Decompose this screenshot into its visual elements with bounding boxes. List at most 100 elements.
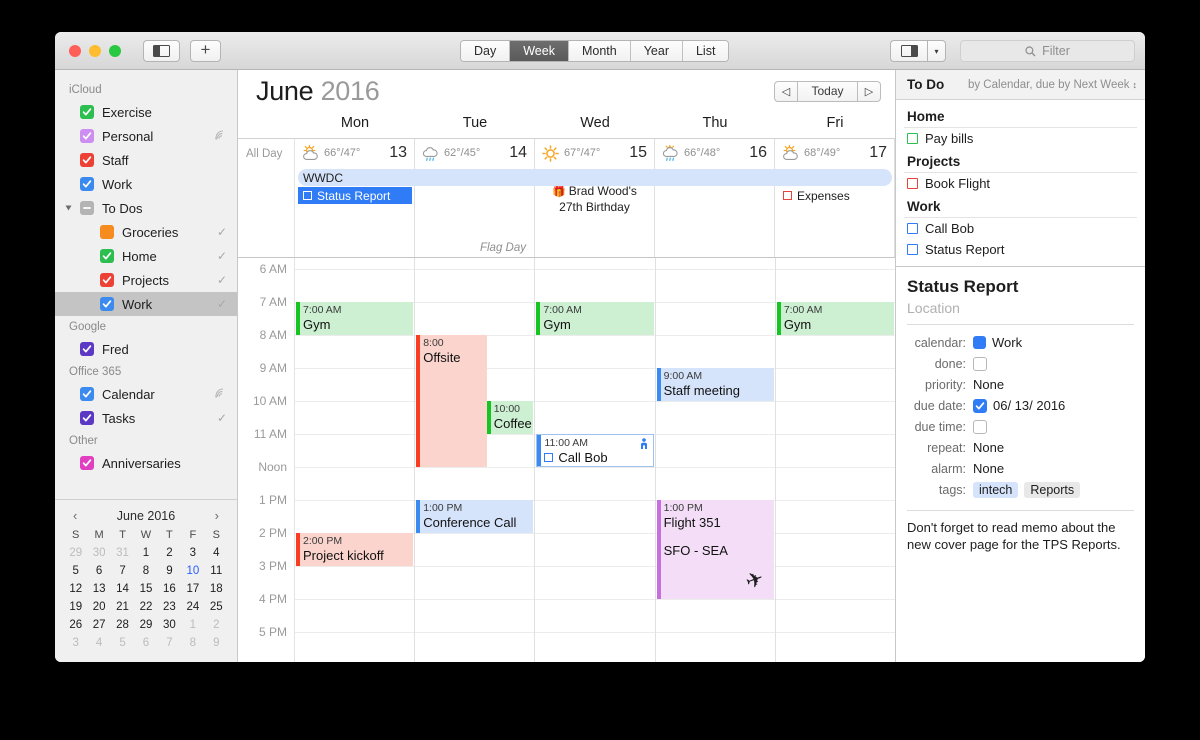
mini-cal-day[interactable]: 6 [134, 634, 157, 652]
all-day-event[interactable]: Status Report [298, 187, 412, 204]
inspector-options-button[interactable]: ▾ [927, 40, 946, 62]
mini-cal-day[interactable]: 18 [205, 580, 228, 598]
mini-cal-day[interactable]: 29 [134, 616, 157, 634]
mini-cal-day[interactable]: 15 [134, 580, 157, 598]
todo-item[interactable]: Status Report [896, 239, 1145, 260]
calendar-color-checkbox[interactable] [80, 129, 94, 143]
day-header-wed[interactable]: 67°/47° 15 [535, 139, 654, 167]
mini-cal-day[interactable]: 17 [181, 580, 204, 598]
mini-cal-day[interactable]: 22 [134, 598, 157, 616]
mini-cal-day[interactable]: 10 [181, 562, 204, 580]
mini-cal-prev-button[interactable]: ‹ [70, 508, 80, 523]
mini-cal-next-button[interactable]: › [212, 508, 222, 523]
view-mode-segmented-control[interactable]: Day Week Month Year List [460, 40, 730, 62]
todo-checkbox[interactable] [907, 244, 918, 255]
mini-cal-day[interactable]: 29 [64, 544, 87, 562]
maximize-window-button[interactable] [109, 44, 121, 57]
calendar-color-checkbox[interactable] [100, 249, 114, 263]
mini-cal-day[interactable]: 7 [158, 634, 181, 652]
todo-sort-control[interactable]: by Calendar, due by Next Week ↕ [968, 79, 1137, 91]
inspector-notes[interactable]: Don't forget to read memo about the new … [907, 519, 1134, 553]
mini-cal-day[interactable]: 2 [158, 544, 181, 562]
calendar-event[interactable]: 7:00 AM Gym [776, 302, 895, 335]
inspector-field-value[interactable] [973, 419, 987, 434]
calendar-event[interactable]: 2:00 PM Project kickoff [296, 533, 414, 566]
calendar-color-checkbox[interactable] [100, 297, 114, 311]
day-header-thu[interactable]: 66°/48° 16 [655, 139, 774, 167]
mini-cal-day[interactable]: 14 [111, 580, 134, 598]
all-day-event[interactable]: Expenses [778, 187, 892, 204]
sidebar-item-projects[interactable]: Projects ✓ [55, 268, 237, 292]
mini-cal-day[interactable]: 2 [205, 616, 228, 634]
mini-cal-day[interactable]: 24 [181, 598, 204, 616]
next-week-button[interactable]: ▷ [858, 80, 881, 102]
mini-cal-day[interactable]: 4 [87, 634, 110, 652]
day-header-fri[interactable]: 68°/49° 17 [775, 139, 894, 167]
calendar-event[interactable]: 10:00 Coffee [486, 401, 534, 434]
day-column-wed[interactable]: 7:00 AM Gym 11:00 AM Call Bob [535, 258, 656, 662]
minimize-window-button[interactable] [89, 44, 101, 57]
sidebar-item-work[interactable]: Work ✓ [55, 292, 237, 316]
todo-item[interactable]: Book Flight [896, 173, 1145, 194]
sidebar-toggle-button[interactable] [143, 39, 180, 62]
calendar-color-checkbox[interactable] [80, 177, 94, 191]
inspector-field-value[interactable]: None [973, 377, 1004, 392]
view-tab-month[interactable]: Month [568, 41, 631, 61]
calendar-color-checkbox[interactable] [100, 273, 114, 287]
sidebar-item-groceries[interactable]: Groceries ✓ [55, 220, 237, 244]
previous-week-button[interactable]: ◁ [774, 80, 797, 102]
calendar-color-checkbox[interactable] [100, 225, 114, 239]
today-button[interactable]: Today [797, 80, 858, 102]
mini-cal-day[interactable]: 9 [205, 634, 228, 652]
sidebar-item-fred[interactable]: Fred [55, 337, 237, 361]
todo-checkbox-icon[interactable] [303, 191, 312, 200]
inspector-field-value[interactable]: 06/ 13/ 2016 [973, 398, 1065, 413]
mini-cal-day[interactable]: 26 [64, 616, 87, 634]
view-tab-day[interactable]: Day [461, 41, 511, 61]
calendar-event[interactable]: 7:00 AM Gym [536, 302, 654, 335]
calendar-color-checkbox[interactable] [80, 201, 94, 215]
mini-cal-day[interactable]: 30 [158, 616, 181, 634]
mini-cal-day[interactable]: 6 [87, 562, 110, 580]
calendar-color-checkbox[interactable] [80, 411, 94, 425]
calendar-color-checkbox[interactable] [80, 105, 94, 119]
calendar-color-checkbox[interactable] [80, 342, 94, 356]
mini-cal-day[interactable]: 19 [64, 598, 87, 616]
calendar-event[interactable]: 9:00 AM Staff meeting [656, 368, 774, 401]
mini-cal-day[interactable]: 7 [111, 562, 134, 580]
add-event-button[interactable]: + [190, 39, 221, 62]
mini-cal-day[interactable]: 25 [205, 598, 228, 616]
day-column-fri[interactable]: 7:00 AM Gym [775, 258, 895, 662]
inspector-checkbox[interactable] [973, 356, 987, 371]
calendar-event[interactable]: 7:00 AM Gym [296, 302, 414, 335]
day-header-mon[interactable]: 66°/47° 13 [295, 139, 414, 167]
sidebar-item-work[interactable]: Work [55, 172, 237, 196]
calendar-color-checkbox[interactable] [80, 387, 94, 401]
view-tab-week[interactable]: Week [510, 41, 569, 61]
view-tab-year[interactable]: Year [630, 41, 683, 61]
view-tab-list[interactable]: List [682, 41, 729, 61]
calendar-color-checkbox[interactable] [80, 456, 94, 470]
inspector-checkbox[interactable] [973, 419, 987, 434]
inspector-field-value[interactable]: intech Reports [973, 481, 1081, 498]
todo-checkbox[interactable] [907, 223, 918, 234]
mini-cal-day[interactable]: 3 [64, 634, 87, 652]
inspector-tag[interactable]: intech [973, 481, 1019, 498]
sidebar-item-calendar[interactable]: Calendar [55, 382, 237, 406]
day-column-mon[interactable]: 7:00 AM Gym 2:00 PM Project kickoff [295, 258, 416, 662]
sidebar-item-anniversaries[interactable]: Anniversaries [55, 451, 237, 475]
inspector-checkbox[interactable] [973, 398, 987, 413]
mini-cal-day[interactable]: 1 [181, 616, 204, 634]
mini-cal-day[interactable]: 8 [181, 634, 204, 652]
disclosure-triangle-icon[interactable] [65, 205, 72, 211]
inspector-tag[interactable]: Reports [1024, 481, 1081, 498]
mini-cal-day[interactable]: 9 [158, 562, 181, 580]
all-day-event[interactable]: WWDC [298, 169, 892, 186]
mini-cal-day[interactable]: 30 [87, 544, 110, 562]
calendar-event[interactable]: 1:00 PM Flight 351 SFO - SEA ✈ [656, 500, 774, 599]
calendar-event[interactable]: 8:00 Offsite [416, 335, 487, 467]
inspector-location-field[interactable]: Location [907, 298, 1134, 318]
filter-input[interactable]: Filter [960, 40, 1135, 62]
mini-cal-day[interactable]: 13 [87, 580, 110, 598]
inspector-toggle-button[interactable] [890, 40, 927, 62]
